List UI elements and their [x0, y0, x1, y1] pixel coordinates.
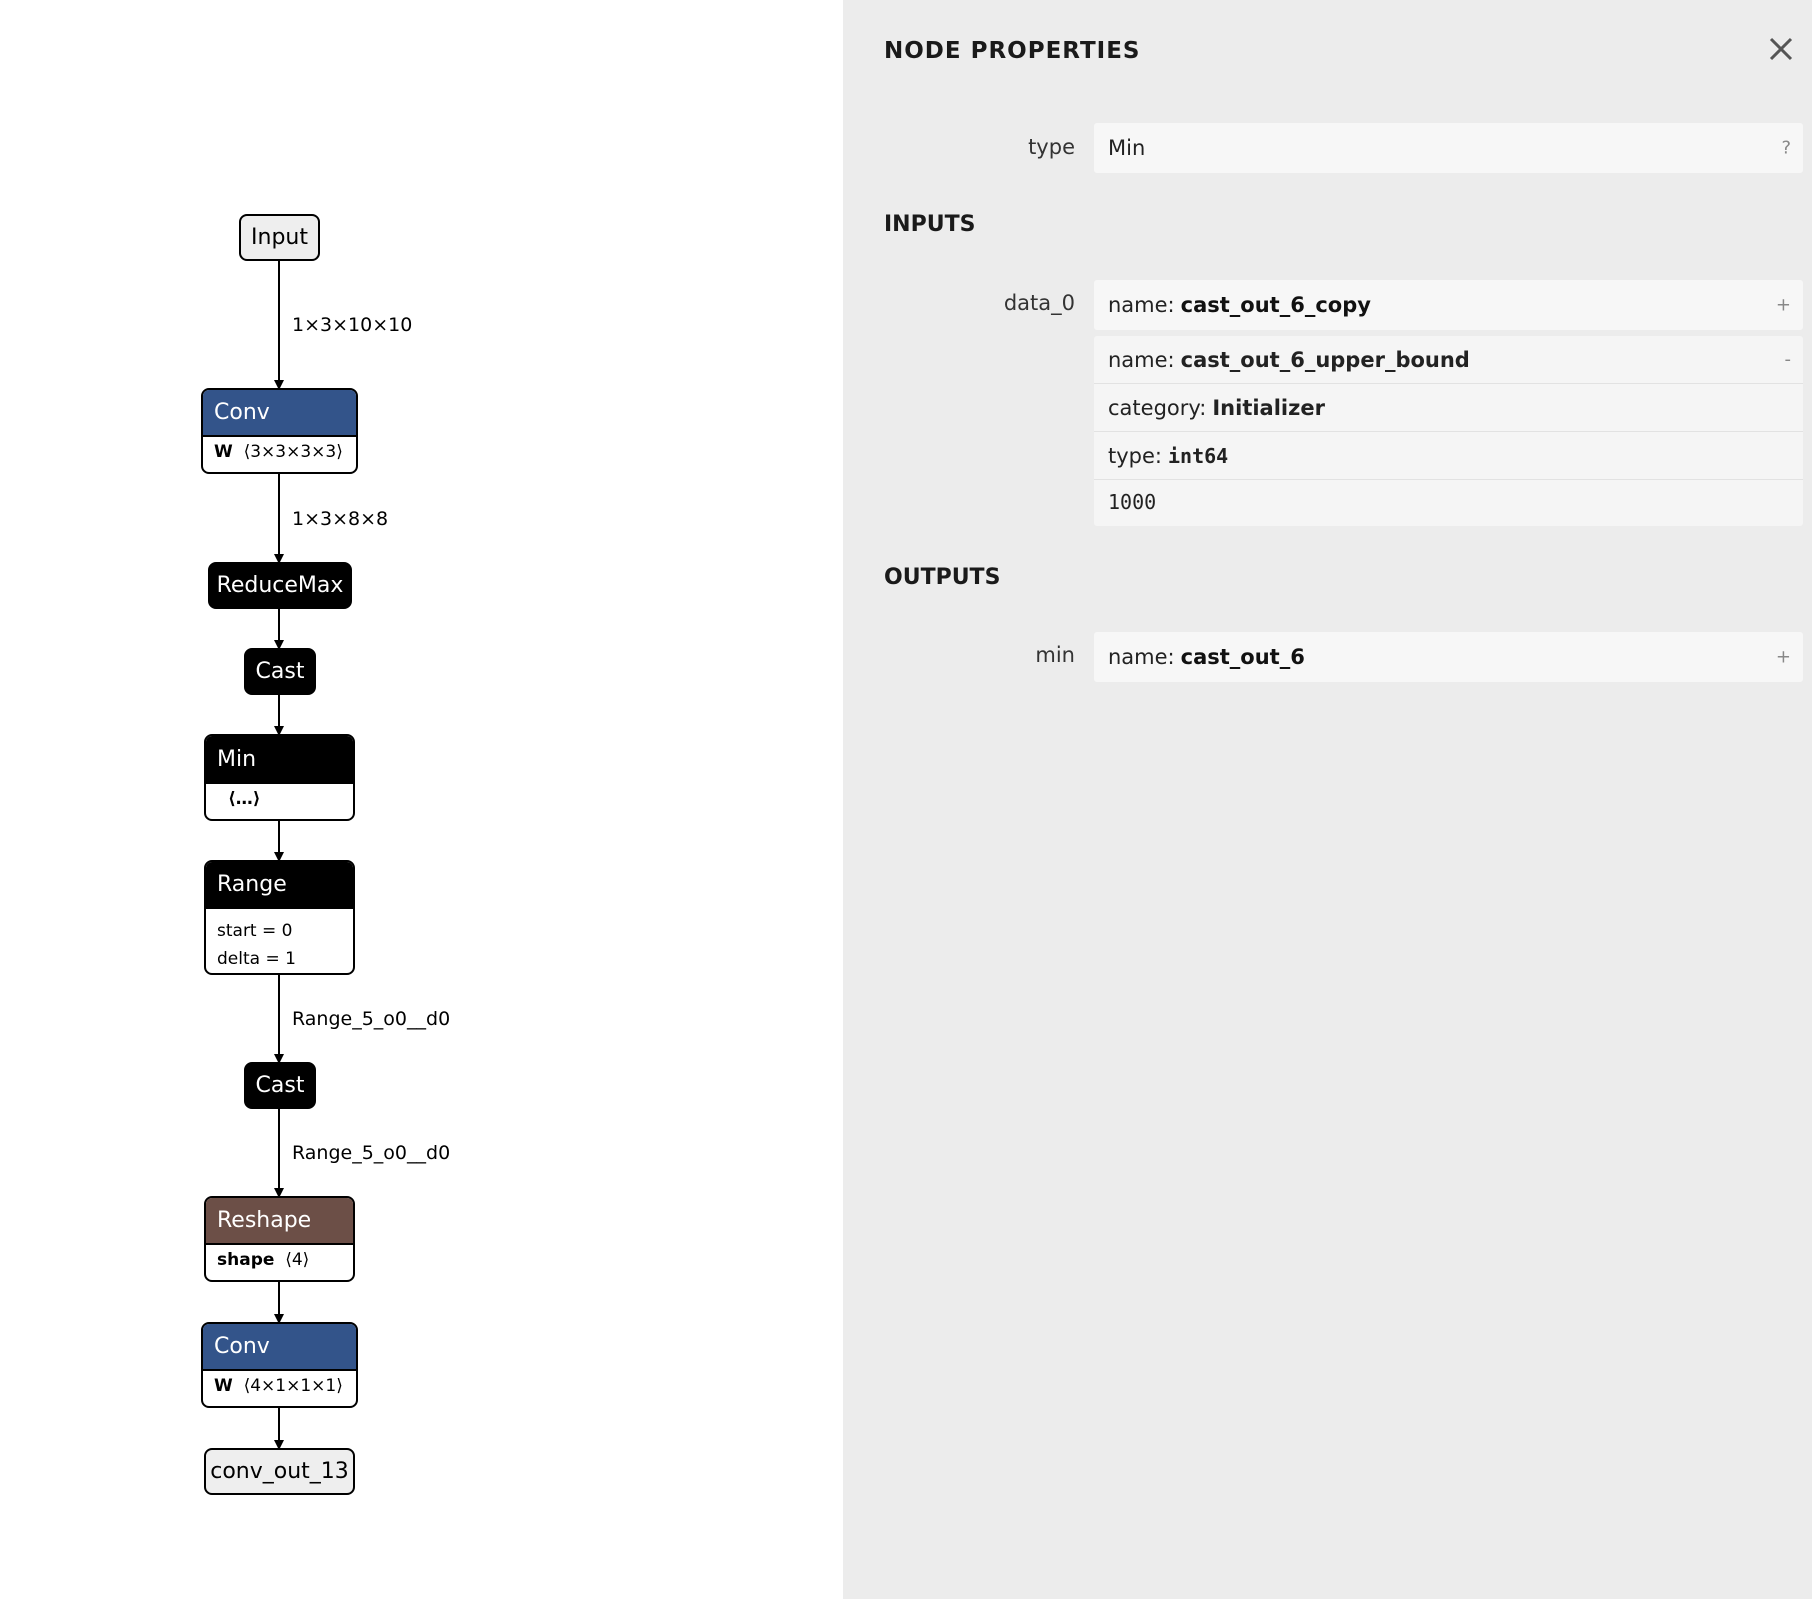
node-min[interactable]: Min ⟨…⟩ [204, 734, 355, 821]
edge-label: Range_5_o0__d0 [292, 1008, 450, 1030]
category-value: Initializer [1212, 395, 1325, 420]
node-title: Conv [214, 1334, 270, 1359]
type-value-box: Min ? [1094, 123, 1803, 173]
node-title: Min [217, 746, 257, 772]
node-reshape[interactable]: Reshape shape ⟨4⟩ [204, 1196, 355, 1282]
input-argument-name: data_0 [1003, 291, 1075, 315]
node-cast-1[interactable]: Cast [244, 648, 316, 695]
output-value: cast_out_6 [1180, 645, 1305, 669]
category-key: category: [1108, 395, 1207, 420]
node-reducemax[interactable]: ReduceMax [208, 562, 352, 609]
node-attr-start: start = 0 [217, 921, 293, 941]
outputs-header: OUTPUTS [884, 565, 1001, 590]
node-param-name: W [214, 442, 233, 462]
node-label: Cast [255, 659, 305, 684]
edge-label: 1×3×8×8 [292, 508, 388, 530]
output-key: name: [1108, 645, 1175, 669]
panel-title: NODE PROPERTIES [884, 38, 1141, 64]
tensor-type-key: type: [1108, 443, 1162, 468]
node-input[interactable]: Input [239, 214, 320, 261]
collapse-button[interactable]: - [1785, 349, 1792, 370]
node-label: Input [251, 225, 308, 250]
close-icon[interactable] [1766, 34, 1796, 64]
node-title: Reshape [217, 1208, 312, 1233]
node-label: Cast [255, 1073, 305, 1098]
tensor-type-value: int64 [1168, 443, 1229, 468]
expand-button[interactable]: + [1776, 647, 1791, 668]
node-range[interactable]: Range start = 0 delta = 1 [204, 860, 355, 975]
expand-button[interactable]: + [1776, 295, 1791, 316]
graph-edges: 1×3×10×10 1×3×8×8 Range_5_o0__d0 Range_5… [274, 261, 450, 1450]
type-label: type [1028, 135, 1075, 159]
node-param-name: W [214, 1376, 233, 1396]
edge-label: Range_5_o0__d0 [292, 1142, 450, 1164]
type-value: Min [1108, 136, 1146, 160]
node-title: Range [217, 872, 287, 897]
output-cast-out-6: name: cast_out_6 + [1094, 632, 1803, 682]
edge-label: 1×3×10×10 [292, 314, 412, 336]
node-body: ⟨…⟩ [228, 789, 261, 809]
graph-canvas[interactable]: 1×3×10×10 1×3×8×8 Range_5_o0__d0 Range_5… [0, 0, 843, 1599]
help-icon[interactable]: ? [1781, 138, 1791, 159]
node-param-value: ⟨4⟩ [285, 1250, 310, 1270]
input-value: cast_out_6_upper_bound [1180, 347, 1470, 372]
input-key: name: [1108, 347, 1175, 372]
input-value: cast_out_6_copy [1180, 293, 1371, 317]
node-conv-2[interactable]: Conv W ⟨4×1×1×1⟩ [201, 1322, 358, 1408]
node-param-value: ⟨3×3×3×3⟩ [243, 442, 343, 462]
input-cast-out-6-upper-bound: name: cast_out_6_upper_bound - category:… [1094, 336, 1803, 526]
node-label: conv_out_13 [210, 1459, 349, 1484]
input-cast-out-6-copy: name: cast_out_6_copy + [1094, 280, 1803, 330]
node-cast-2[interactable]: Cast [244, 1062, 316, 1109]
node-param-name: shape [217, 1250, 275, 1270]
node-conv-1[interactable]: Conv W ⟨3×3×3×3⟩ [201, 388, 358, 474]
node-param-value: ⟨4×1×1×1⟩ [243, 1376, 343, 1396]
inputs-header: INPUTS [884, 212, 976, 237]
output-argument-name: min [1035, 643, 1075, 667]
node-attr-delta: delta = 1 [217, 949, 296, 969]
tensor-value: 1000 [1108, 490, 1157, 514]
input-key: name: [1108, 293, 1175, 317]
node-properties-panel: NODE PROPERTIES type Min ? INPUTS data_0… [843, 0, 1812, 1599]
node-output[interactable]: conv_out_13 [204, 1448, 355, 1495]
node-label: ReduceMax [216, 573, 344, 598]
node-title: Conv [214, 400, 270, 425]
